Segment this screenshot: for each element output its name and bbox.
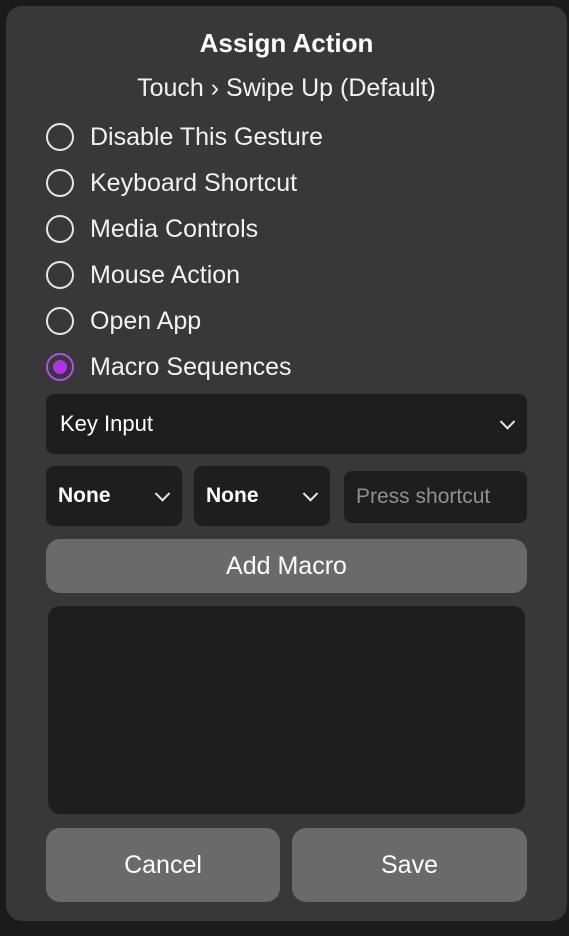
option-disable-gesture[interactable]: Disable This Gesture: [46, 114, 323, 160]
radio-button-selected[interactable]: [46, 353, 74, 381]
radio-button[interactable]: [46, 169, 74, 197]
radio-button[interactable]: [46, 307, 74, 335]
select-value: None: [58, 484, 111, 507]
gesture-breadcrumb: Touch › Swipe Up (Default): [137, 74, 436, 102]
add-macro-button[interactable]: Add Macro: [46, 539, 527, 593]
shortcut-input[interactable]: [344, 471, 527, 523]
option-mouse-action[interactable]: Mouse Action: [46, 252, 323, 298]
modifier-select-2[interactable]: None: [194, 466, 330, 526]
action-options: Disable This Gesture Keyboard Shortcut M…: [46, 114, 323, 390]
radio-button[interactable]: [46, 123, 74, 151]
option-label: Media Controls: [90, 214, 259, 243]
macro-sequence-list[interactable]: [48, 606, 525, 814]
cancel-button[interactable]: Cancel: [46, 828, 280, 902]
option-label: Open App: [90, 306, 202, 335]
chevron-down-icon: [154, 486, 171, 502]
option-media-controls[interactable]: Media Controls: [46, 206, 323, 252]
assign-action-dialog: Assign Action Touch › Swipe Up (Default)…: [6, 6, 567, 921]
chevron-down-icon: [302, 486, 319, 502]
option-keyboard-shortcut[interactable]: Keyboard Shortcut: [46, 160, 323, 206]
select-value: Key Input: [60, 411, 153, 436]
macro-action-type-select[interactable]: Key Input: [46, 394, 527, 454]
radio-button[interactable]: [46, 215, 74, 243]
option-macro-sequences[interactable]: Macro Sequences: [46, 344, 323, 390]
option-open-app[interactable]: Open App: [46, 298, 323, 344]
save-button[interactable]: Save: [292, 828, 527, 902]
chevron-down-icon: [499, 414, 516, 430]
option-label: Disable This Gesture: [90, 122, 323, 151]
option-label: Mouse Action: [90, 260, 241, 289]
dialog-title: Assign Action: [199, 28, 374, 58]
select-value: None: [206, 484, 259, 507]
option-label: Keyboard Shortcut: [90, 168, 298, 197]
radio-button[interactable]: [46, 261, 74, 289]
modifier-select-1[interactable]: None: [46, 466, 182, 526]
option-label: Macro Sequences: [90, 352, 292, 381]
